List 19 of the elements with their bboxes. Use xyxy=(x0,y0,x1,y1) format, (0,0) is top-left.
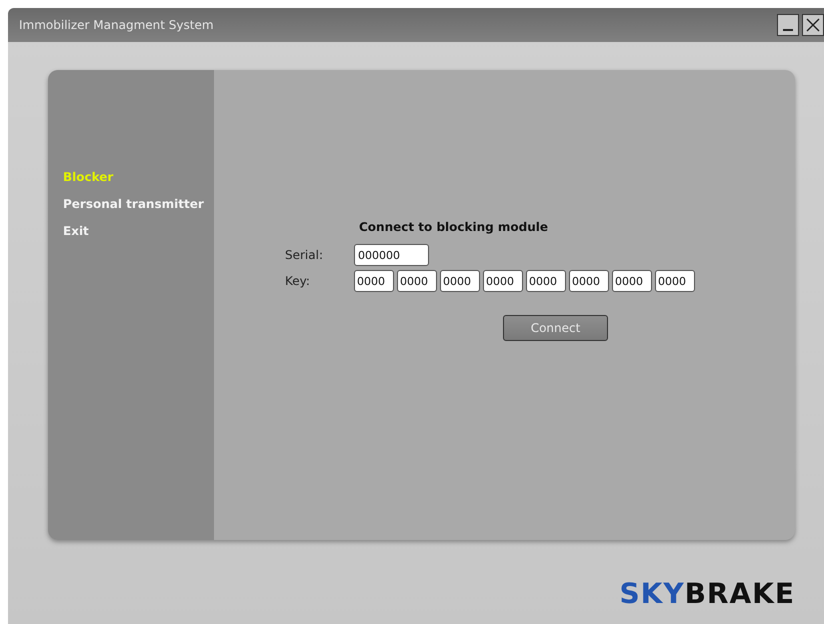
serial-field[interactable]: 000000 xyxy=(354,244,429,266)
key-field[interactable]: 0000 xyxy=(526,270,566,292)
logo-text: SKY xyxy=(619,577,685,610)
key-field[interactable]: 0000 xyxy=(354,270,394,292)
minimize-button[interactable] xyxy=(777,14,799,36)
key-field[interactable]: 0000 xyxy=(569,270,609,292)
key-field[interactable]: 0000 xyxy=(440,270,480,292)
logo-text: BRAKE xyxy=(684,577,795,610)
key-field[interactable]: 0000 xyxy=(397,270,437,292)
key-field[interactable]: 0000 xyxy=(655,270,695,292)
key-label: Key: xyxy=(284,274,311,288)
key-field[interactable]: 0000 xyxy=(483,270,523,292)
minimize-icon xyxy=(783,29,793,31)
window-title: Immobilizer Managment System xyxy=(19,18,214,32)
form-title: Connect to blocking module xyxy=(359,220,550,234)
serial-label: Serial: xyxy=(284,248,324,262)
close-icon xyxy=(806,18,820,32)
key-field[interactable]: 0000 xyxy=(612,270,652,292)
close-button[interactable] xyxy=(802,14,824,36)
